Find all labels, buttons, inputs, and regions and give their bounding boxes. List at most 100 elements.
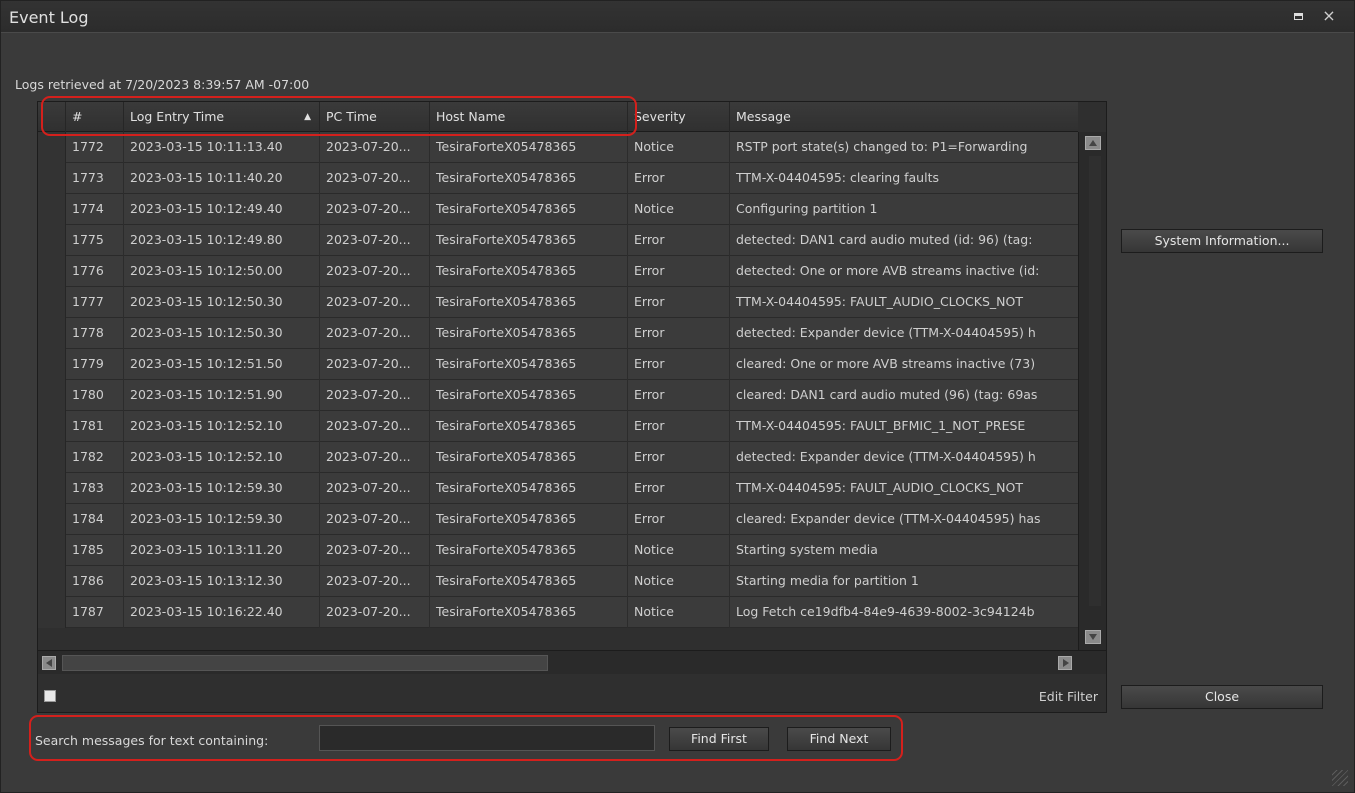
table-row[interactable]: 1779 2023-03-15 10:12:51.50 2023-07-20... T… — [38, 349, 1078, 380]
cell-log-entry-time: 2023-03-15 10:12:59.30 — [124, 504, 320, 535]
cell-pc-time: 2023-07-20... — [320, 256, 430, 287]
row-selector[interactable] — [38, 349, 66, 380]
table-row[interactable]: 1773 2023-03-15 10:11:40.20 2023-07-20... T… — [38, 163, 1078, 194]
cell-log-entry-time: 2023-03-15 10:12:49.80 — [124, 225, 320, 256]
row-selector[interactable] — [38, 597, 66, 628]
row-selector[interactable] — [38, 194, 66, 225]
vertical-scrollbar[interactable] — [1078, 132, 1106, 650]
cell-host-name: TesiraForteX05478365 — [430, 411, 628, 442]
table-row[interactable]: 1784 2023-03-15 10:12:59.30 2023-07-20... T… — [38, 504, 1078, 535]
cell-number: 1782 — [66, 442, 124, 473]
scroll-down-icon[interactable] — [1085, 630, 1101, 644]
cell-message: detected: One or more AVB streams inacti… — [736, 263, 1040, 278]
cell-host-name: TesiraForteX05478365 — [430, 194, 628, 225]
cell-pc-time: 2023-07-20... — [320, 194, 430, 225]
table-body: 1772 2023-03-15 10:11:13.40 2023-07-20... T… — [38, 132, 1078, 630]
event-log-table: # Log Entry Time ▲ PC Time Host Name Sev… — [37, 101, 1107, 713]
cell-pc-time: 2023-07-20... — [320, 566, 430, 597]
cell-host-name: TesiraForteX05478365 — [430, 473, 628, 504]
horizontal-scroll-thumb[interactable] — [62, 655, 548, 671]
cell-log-entry-time: 2023-03-15 10:12:49.40 — [124, 194, 320, 225]
cell-number: 1784 — [66, 504, 124, 535]
cell-pc-time: 2023-07-20... — [320, 597, 430, 628]
edit-filter-link[interactable]: Edit Filter — [1039, 689, 1098, 704]
title-bar: Event Log × — [1, 1, 1354, 33]
cell-log-entry-time: 2023-03-15 10:12:50.30 — [124, 318, 320, 349]
scroll-right-icon[interactable] — [1058, 656, 1072, 670]
system-information-button[interactable]: System Information... — [1121, 229, 1323, 253]
cell-message: TTM-X-04404595: FAULT_AUDIO_CLOCKS_NOT — [736, 480, 1023, 495]
row-selector[interactable] — [38, 442, 66, 473]
table-row[interactable]: 1781 2023-03-15 10:12:52.10 2023-07-20... T… — [38, 411, 1078, 442]
cell-severity: Error — [628, 473, 730, 504]
cell-number: 1777 — [66, 287, 124, 318]
row-selector[interactable] — [38, 380, 66, 411]
cell-host-name: TesiraForteX05478365 — [430, 287, 628, 318]
row-selector[interactable] — [38, 411, 66, 442]
search-highlight-annotation — [29, 715, 903, 761]
row-selector[interactable] — [38, 225, 66, 256]
table-row[interactable]: 1785 2023-03-15 10:13:11.20 2023-07-20... T… — [38, 535, 1078, 566]
row-selector[interactable] — [38, 287, 66, 318]
table-row[interactable]: 1787 2023-03-15 10:16:22.40 2023-07-20... T… — [38, 597, 1078, 628]
event-log-window: Event Log × Logs retrieved at 7/20/2023 … — [0, 0, 1355, 793]
table-row[interactable]: 1776 2023-03-15 10:12:50.00 2023-07-20... T… — [38, 256, 1078, 287]
cell-message: cleared: DAN1 card audio muted (96) (tag… — [736, 387, 1038, 402]
row-selector[interactable] — [38, 535, 66, 566]
cell-severity: Error — [628, 318, 730, 349]
cell-message: TTM-X-04404595: FAULT_BFMIC_1_NOT_PRESE — [736, 418, 1026, 433]
cell-host-name: TesiraForteX05478365 — [430, 349, 628, 380]
cell-host-name: TesiraForteX05478365 — [430, 504, 628, 535]
table-row[interactable]: 1778 2023-03-15 10:12:50.30 2023-07-20... T… — [38, 318, 1078, 349]
cell-severity: Error — [628, 442, 730, 473]
cell-log-entry-time: 2023-03-15 10:12:51.50 — [124, 349, 320, 380]
cell-number: 1779 — [66, 349, 124, 380]
table-row[interactable]: 1777 2023-03-15 10:12:50.30 2023-07-20... T… — [38, 287, 1078, 318]
maximize-icon[interactable] — [1292, 11, 1306, 23]
scroll-up-icon[interactable] — [1085, 136, 1101, 150]
row-selector[interactable] — [38, 318, 66, 349]
close-icon[interactable]: × — [1321, 7, 1337, 25]
window-title: Event Log — [9, 8, 89, 27]
row-selector[interactable] — [38, 504, 66, 535]
cell-pc-time: 2023-07-20... — [320, 318, 430, 349]
logs-retrieved-text: Logs retrieved at 7/20/2023 8:39:57 AM -… — [15, 77, 310, 92]
table-row[interactable]: 1772 2023-03-15 10:11:13.40 2023-07-20... T… — [38, 132, 1078, 163]
table-row[interactable]: 1780 2023-03-15 10:12:51.90 2023-07-20... T… — [38, 380, 1078, 411]
row-selector[interactable] — [38, 132, 66, 163]
cell-message: Starting system media — [736, 542, 878, 557]
table-row[interactable]: 1786 2023-03-15 10:13:12.30 2023-07-20... T… — [38, 566, 1078, 597]
horizontal-scrollbar[interactable] — [38, 650, 1106, 674]
cell-host-name: TesiraForteX05478365 — [430, 535, 628, 566]
cell-log-entry-time: 2023-03-15 10:11:40.20 — [124, 163, 320, 194]
cell-severity: Error — [628, 163, 730, 194]
cell-host-name: TesiraForteX05478365 — [430, 380, 628, 411]
row-selector[interactable] — [38, 473, 66, 504]
vertical-scroll-track[interactable] — [1089, 156, 1101, 606]
cell-number: 1778 — [66, 318, 124, 349]
filter-enable-checkbox[interactable] — [44, 690, 56, 702]
column-header-severity[interactable]: Severity — [628, 102, 730, 132]
cell-message: Starting media for partition 1 — [736, 573, 919, 588]
table-row[interactable]: 1775 2023-03-15 10:12:49.80 2023-07-20... T… — [38, 225, 1078, 256]
cell-message: detected: DAN1 card audio muted (id: 96)… — [736, 232, 1033, 247]
close-button[interactable]: Close — [1121, 685, 1323, 709]
table-row[interactable]: 1774 2023-03-15 10:12:49.40 2023-07-20... T… — [38, 194, 1078, 225]
cell-log-entry-time: 2023-03-15 10:13:12.30 — [124, 566, 320, 597]
cell-host-name: TesiraForteX05478365 — [430, 225, 628, 256]
cell-log-entry-time: 2023-03-15 10:11:13.40 — [124, 132, 320, 163]
row-selector[interactable] — [38, 566, 66, 597]
cell-number: 1786 — [66, 566, 124, 597]
cell-severity: Error — [628, 256, 730, 287]
table-row[interactable]: 1782 2023-03-15 10:12:52.10 2023-07-20... T… — [38, 442, 1078, 473]
resize-grip-icon[interactable] — [1332, 770, 1348, 786]
cell-log-entry-time: 2023-03-15 10:12:50.30 — [124, 287, 320, 318]
table-row[interactable]: 1783 2023-03-15 10:12:59.30 2023-07-20... T… — [38, 473, 1078, 504]
cell-message: cleared: One or more AVB streams inactiv… — [736, 356, 1036, 371]
scroll-left-icon[interactable] — [42, 656, 56, 670]
row-selector[interactable] — [38, 163, 66, 194]
cell-severity: Error — [628, 287, 730, 318]
row-selector[interactable] — [38, 256, 66, 287]
cell-message: TTM-X-04404595: clearing faults — [736, 170, 939, 185]
column-header-message[interactable]: Message — [730, 102, 1078, 132]
